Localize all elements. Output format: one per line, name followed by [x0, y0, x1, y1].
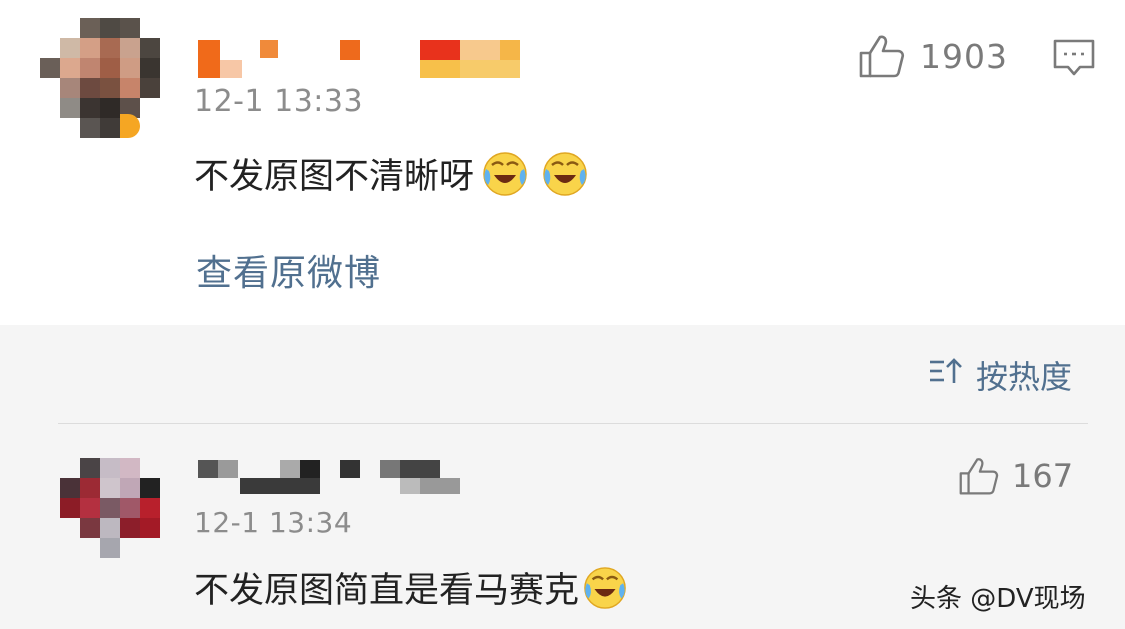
reply-like-count: 167 [1012, 457, 1074, 495]
sort-button[interactable]: 按热度 [928, 352, 1072, 398]
view-original-link[interactable]: 查看原微博 [196, 244, 381, 296]
laugh-cry-emoji-icon [583, 566, 627, 610]
thumbs-up-icon [858, 33, 906, 79]
comment-text: 不发原图不清晰呀 [194, 157, 475, 197]
laugh-cry-emoji-icon [542, 151, 588, 197]
laugh-cry-emoji-icon [482, 151, 528, 197]
comment-text-row: 不发原图不清晰呀 [194, 148, 588, 199]
reply-text-row: 不发原图简直是看马赛克 [194, 562, 627, 613]
sort-label: 按热度 [976, 358, 1073, 396]
reply-text: 不发原图简直是看马赛克 [194, 571, 580, 611]
watermark: 头条 @DV现场 [910, 584, 1086, 614]
reply-username-redacted[interactable] [198, 460, 463, 496]
reply-like-button[interactable]: 167 [958, 456, 1073, 496]
like-count: 1903 [920, 36, 1008, 76]
comment-time: 12-1 13:33 [194, 84, 364, 119]
username-redacted[interactable] [198, 40, 528, 82]
reply-time: 12-1 13:34 [194, 506, 353, 539]
comment-icon[interactable] [1052, 38, 1096, 82]
sort-icon [928, 356, 964, 394]
thumbs-up-icon [958, 456, 1000, 496]
avatar[interactable] [40, 18, 160, 138]
reply-avatar[interactable] [60, 458, 160, 558]
like-button[interactable]: 1903 [858, 33, 1008, 79]
divider [58, 423, 1088, 424]
